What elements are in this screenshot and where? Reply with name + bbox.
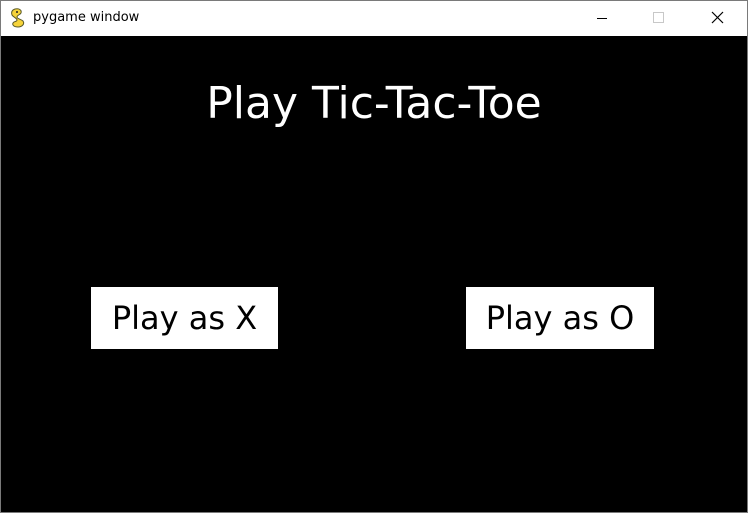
pygame-window: pygame window Play Tic-Tac-Toe Play as X… [0, 0, 748, 513]
minimize-button[interactable] [579, 1, 625, 36]
maximize-button[interactable] [635, 1, 681, 36]
play-as-x-button[interactable]: Play as X [91, 287, 278, 349]
play-as-o-button[interactable]: Play as O [466, 287, 654, 349]
title-bar[interactable]: pygame window [1, 1, 747, 36]
minimize-icon [597, 18, 607, 19]
pygame-snake-icon [9, 8, 27, 28]
game-title: Play Tic-Tac-Toe [206, 78, 542, 129]
maximize-icon [653, 12, 664, 23]
window-title: pygame window [33, 10, 140, 25]
close-button[interactable] [693, 1, 739, 36]
close-icon [711, 11, 724, 24]
game-canvas[interactable]: Play Tic-Tac-Toe Play as X Play as O [1, 36, 747, 512]
